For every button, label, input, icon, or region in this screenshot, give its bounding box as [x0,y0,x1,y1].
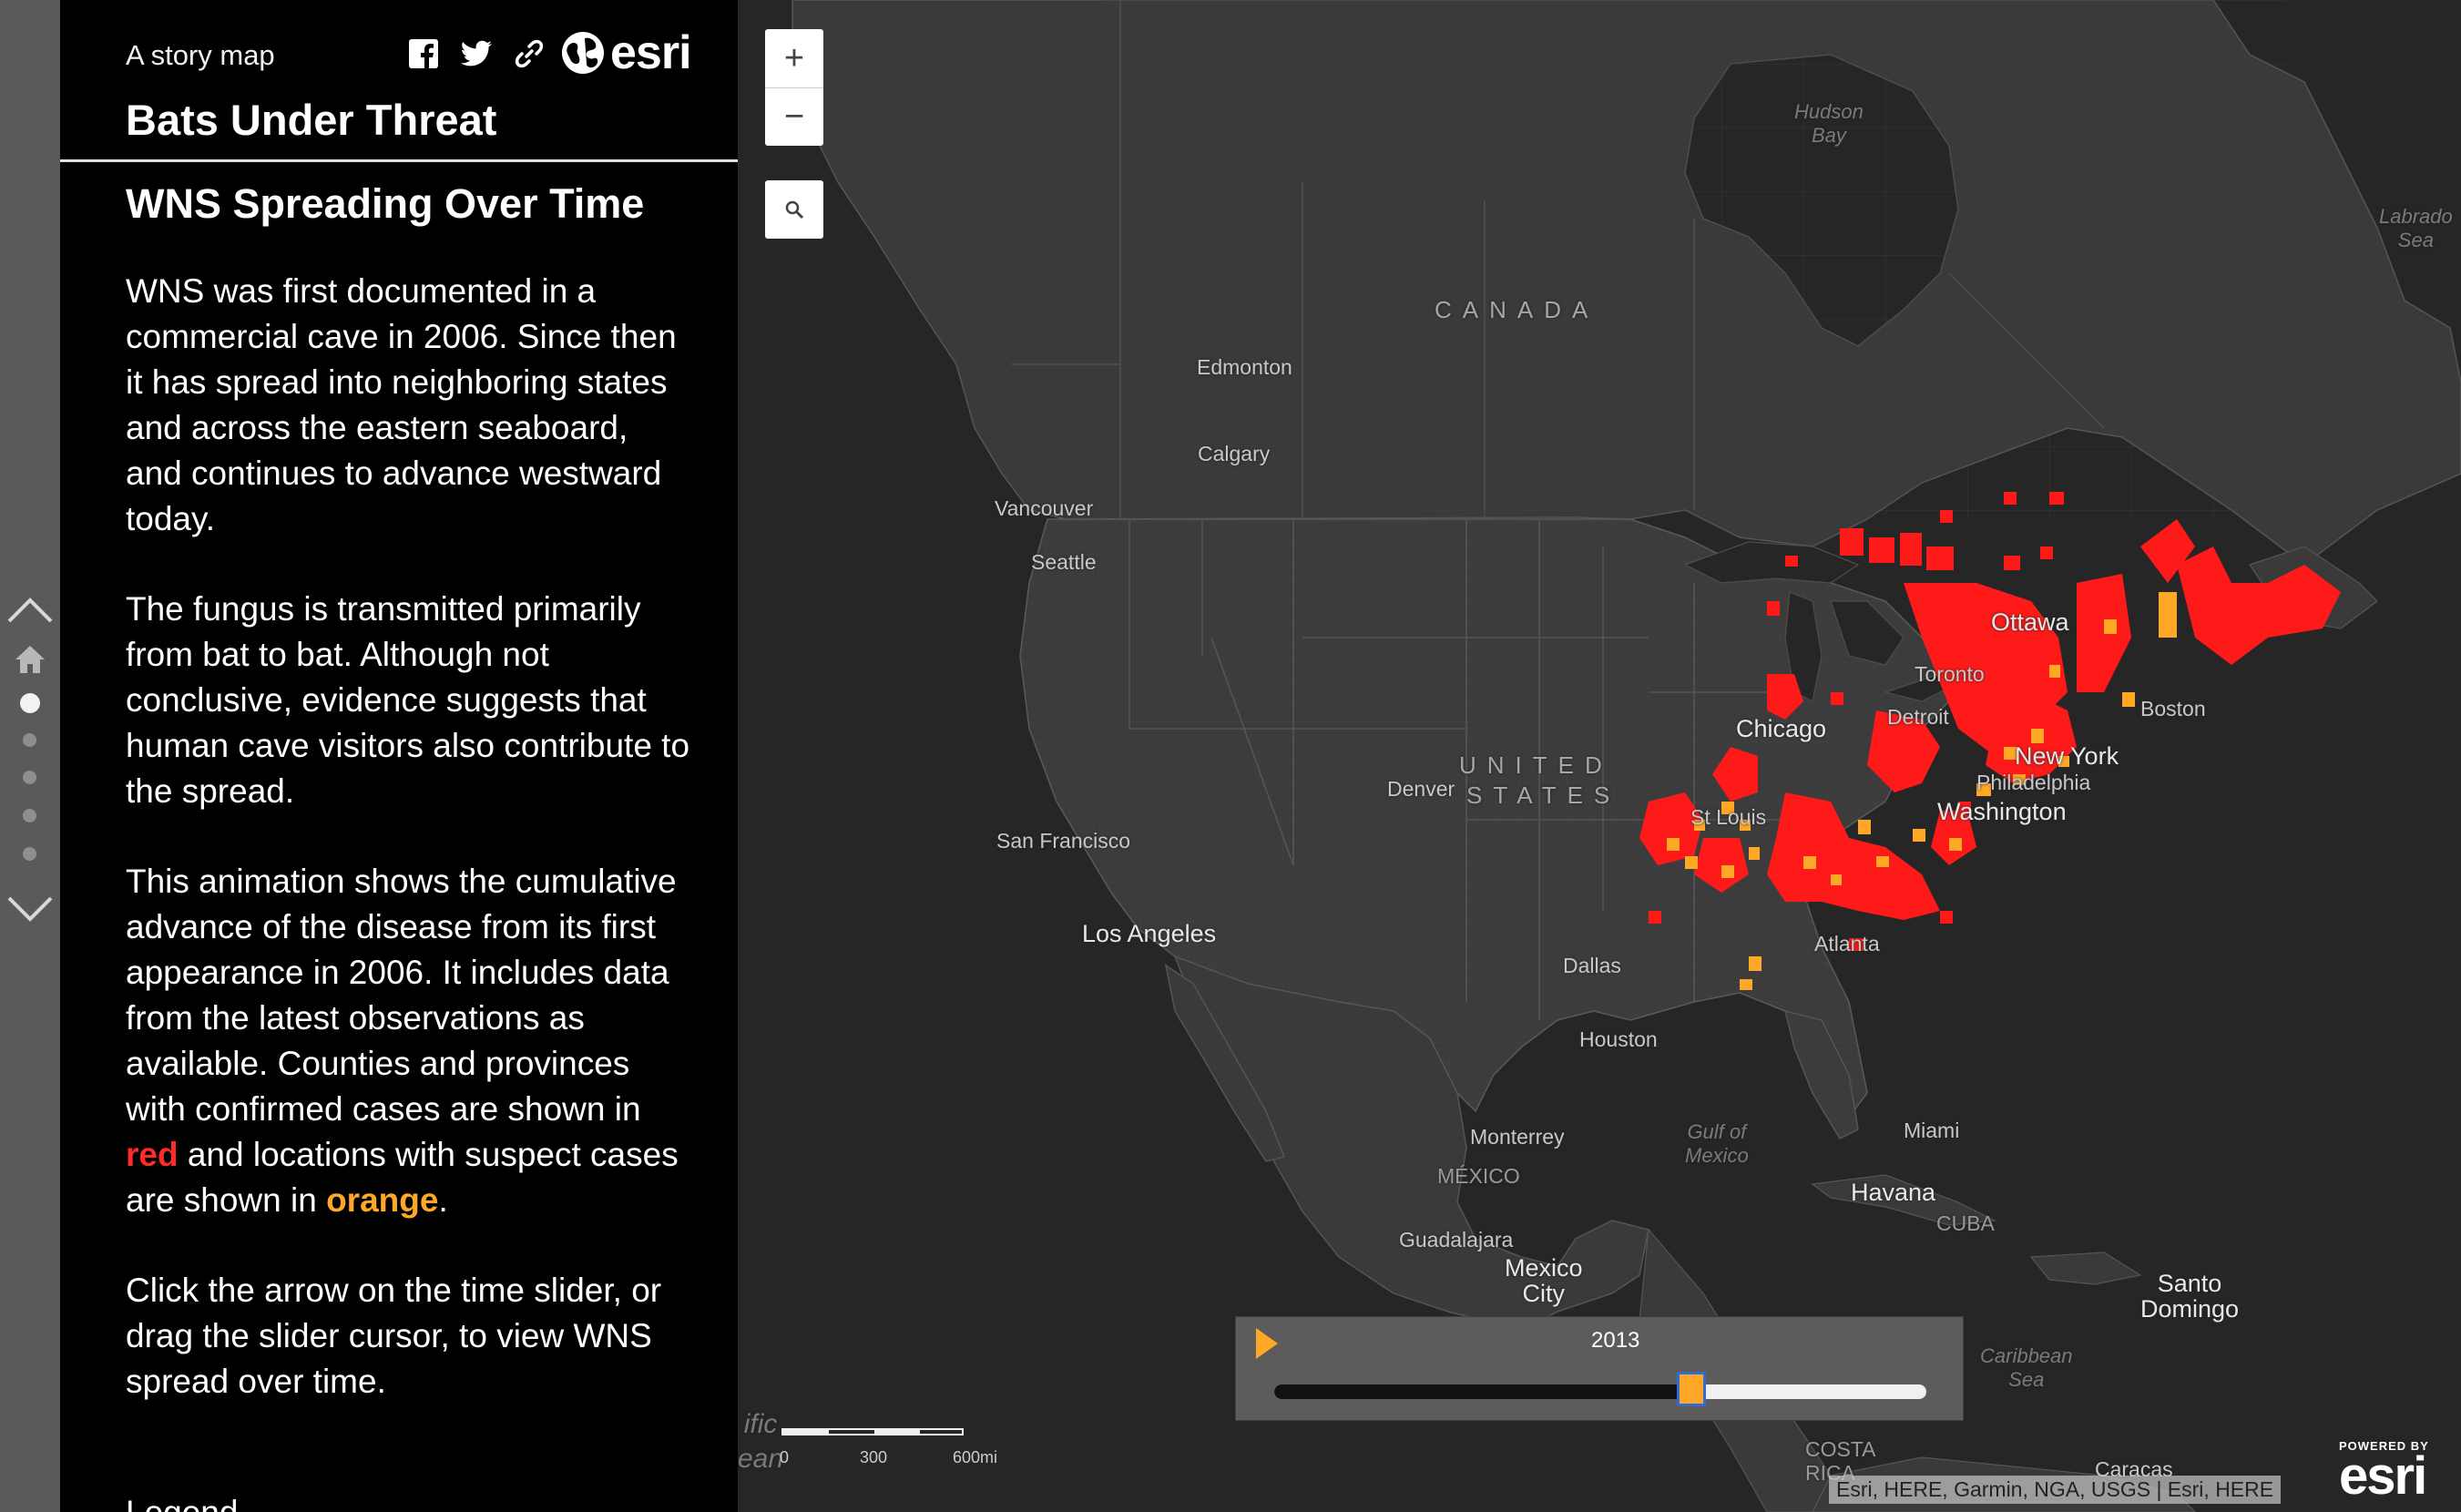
nav-dot-3[interactable] [23,771,36,784]
label-vancouver: Vancouver [995,496,1094,520]
side-panel: A story map esri Bats Under Threat WNS S… [60,0,738,1512]
label-chicago: Chicago [1736,715,1827,742]
label-seattle: Seattle [1031,550,1097,574]
section-content: WNS Spreading Over Time WNS was first do… [126,178,690,1449]
label-pacific: ific ean [738,1409,784,1474]
share-buttons [406,36,546,71]
nav-dot-1[interactable] [20,693,40,713]
esri-logo-text: esri [610,26,692,79]
scale-label-600: 600mi [953,1448,998,1466]
label-mexico-country: MÉXICO [1437,1164,1520,1188]
label-guadalajara: Guadalajara [1399,1228,1514,1251]
label-havana: Havana [1851,1179,1936,1206]
label-st-louis: St Louis [1690,805,1767,829]
legend-label: Legend [126,1494,238,1512]
header: A story map esri Bats Under Threat [60,0,738,162]
home-icon[interactable] [0,641,60,678]
label-dallas: Dallas [1563,954,1621,977]
globe-icon [562,32,604,74]
paragraph-3: This animation shows the cumulative adva… [126,859,690,1223]
story-nav-rail [0,0,60,1512]
slider-thumb[interactable] [1677,1372,1707,1406]
time-slider: 2013 [1235,1316,1964,1421]
search-button[interactable] [765,180,823,239]
orange-highlight: orange [326,1181,439,1219]
red-highlight: red [126,1136,179,1173]
label-calgary: Calgary [1198,442,1271,465]
label-caribbean-sea: Caribbean Sea [1980,1344,2073,1391]
label-denver: Denver [1387,777,1455,801]
label-hudson-bay: Hudson Bay [1794,100,1864,147]
label-canada: CANADA [1435,296,1599,323]
label-new-york: New York [2015,742,2119,770]
chevron-up-icon[interactable] [0,590,60,630]
time-slider-year: 2013 [1591,1328,1640,1353]
label-gulf-of-mexico: Gulf of Mexico [1685,1120,1749,1167]
slider-track[interactable] [1274,1384,1926,1399]
powered-by-esri[interactable]: POWERED BY esri [2339,1439,2429,1506]
chevron-down-icon[interactable] [0,891,60,927]
paragraph-3-text-c: . [438,1181,448,1219]
label-mexico-city: Mexico City [1505,1254,1583,1307]
scale-label-300: 300 [860,1448,888,1466]
esri-logo[interactable]: esri [559,26,692,80]
label-houston: Houston [1579,1027,1658,1051]
search-icon [785,200,804,220]
zoom-in-button[interactable]: + [765,29,823,87]
play-icon[interactable] [1256,1328,1278,1359]
label-boston: Boston [2140,697,2206,720]
facebook-icon[interactable] [406,36,441,71]
map-attribution: Esri, HERE, Garmin, NGA, USGS | Esri, HE… [1829,1476,2282,1504]
label-edmonton: Edmonton [1197,355,1292,379]
zoom-out-button[interactable]: − [765,87,823,146]
zoom-control: + − [765,29,823,146]
paragraph-4: Click the arrow on the time slider, or d… [126,1272,662,1400]
app-title: Bats Under Threat [126,96,497,144]
label-labrador-sea: Labrado Sea [2379,205,2453,251]
twitter-icon[interactable] [459,36,494,71]
label-toronto: Toronto [1915,662,1985,686]
powered-by-logo: esri [2339,1446,2427,1506]
label-santo-domingo: Santo Domingo [2140,1270,2240,1323]
subtitle: A story map [126,39,275,71]
label-los-angeles: Los Angeles [1082,920,1217,947]
label-united: UNITED [1459,751,1613,779]
label-cuba: CUBA [1936,1211,1995,1235]
paragraph-2: The fungus is transmitted primarily from… [126,590,690,810]
map-view[interactable]: Hudson Bay Labrado Sea CANADA Edmonton C… [738,0,2461,1512]
scale-label-0: 0 [780,1448,790,1466]
section-title: WNS Spreading Over Time [126,180,645,227]
label-detroit: Detroit [1887,705,1949,729]
label-monterrey: Monterrey [1470,1125,1565,1149]
slider-fill [1274,1384,1692,1399]
nav-dot-2[interactable] [23,733,36,747]
label-atlanta: Atlanta [1814,932,1880,955]
label-miami: Miami [1904,1119,1960,1142]
label-washington: Washington [1937,798,2067,825]
paragraph-1: WNS was first documented in a commercial… [126,272,677,537]
label-san-francisco: San Francisco [996,829,1131,853]
scale-line [781,1428,964,1435]
label-philadelphia: Philadelphia [1976,771,2091,794]
nav-dot-4[interactable] [23,809,36,822]
nav-dot-5[interactable] [23,847,36,861]
label-ottawa: Ottawa [1991,608,2069,636]
link-icon[interactable] [512,36,546,71]
label-states: STATES [1466,782,1621,809]
paragraph-3-text-a: This animation shows the cumulative adva… [126,863,677,1128]
